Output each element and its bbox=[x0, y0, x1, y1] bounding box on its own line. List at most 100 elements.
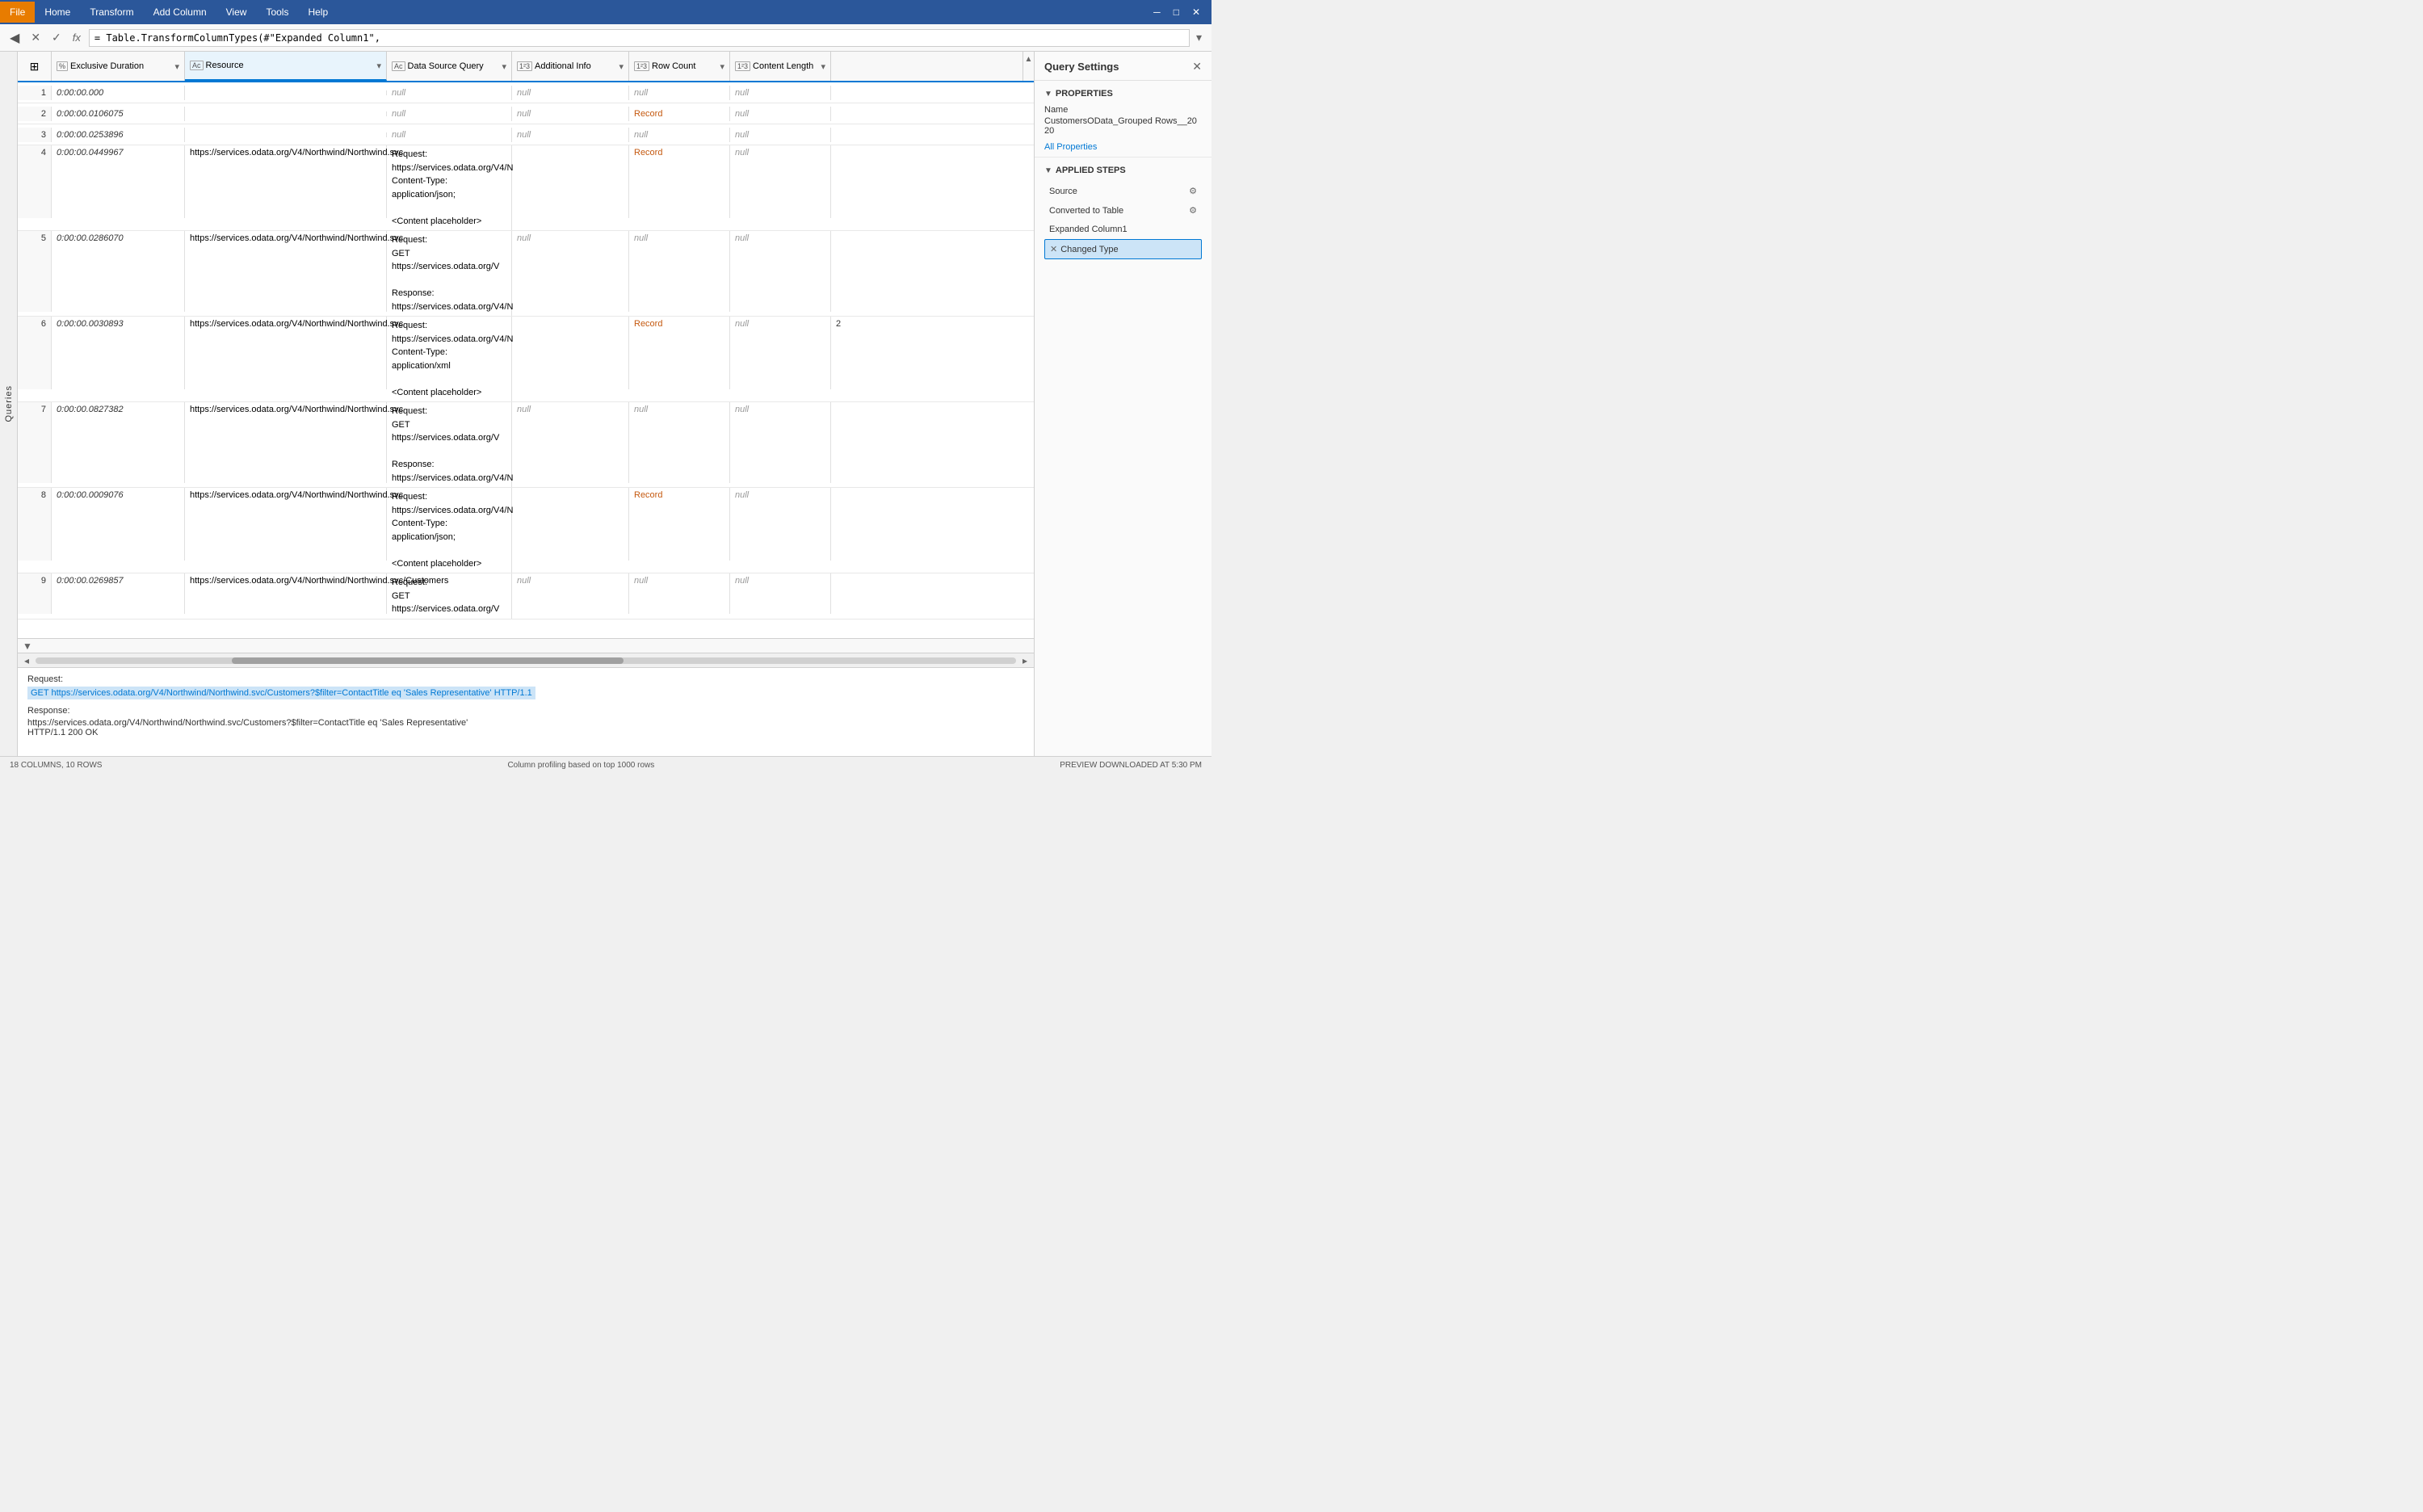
cell-rc: null bbox=[629, 128, 730, 142]
preview-request-url[interactable]: GET https://services.odata.org/V4/Northw… bbox=[27, 687, 535, 699]
h-scroll-right-btn[interactable]: ▸ bbox=[1019, 655, 1031, 666]
menu-tools[interactable]: Tools bbox=[256, 2, 298, 23]
col-filter-excl[interactable]: ▾ bbox=[174, 61, 179, 72]
col-header-ai: 1²3 Additional Info ▾ bbox=[512, 52, 629, 81]
col-filter-resource[interactable]: ▾ bbox=[376, 61, 381, 71]
h-scroll-track[interactable] bbox=[36, 657, 1016, 664]
col-filter-dsq[interactable]: ▾ bbox=[502, 61, 506, 72]
scroll-up-indicator[interactable]: ▲ bbox=[1023, 52, 1034, 81]
applied-steps-label: APPLIED STEPS bbox=[1056, 166, 1126, 175]
col-header-cl: 1²3 Content Length ▾ bbox=[730, 52, 831, 81]
col-icon-rc: 1²3 bbox=[634, 61, 649, 71]
applied-steps-collapse-icon[interactable]: ▼ bbox=[1044, 166, 1052, 175]
h-scrollbar[interactable]: ◂ ▸ bbox=[18, 653, 1034, 667]
nav-back-btn[interactable]: ✕ bbox=[26, 29, 45, 46]
status-preview-time: PREVIEW DOWNLOADED AT 5:30 PM bbox=[1060, 761, 1202, 770]
cell-rownum: 9 bbox=[18, 573, 52, 614]
query-settings-title: Query Settings bbox=[1044, 61, 1119, 73]
close-btn[interactable]: ✕ bbox=[1187, 6, 1205, 18]
col-filter-cl[interactable]: ▾ bbox=[821, 61, 825, 72]
cell-rc[interactable]: Record bbox=[629, 488, 730, 561]
menu-help[interactable]: Help bbox=[298, 2, 338, 23]
cell-cl: null bbox=[730, 86, 831, 100]
cell-rownum: 3 bbox=[18, 128, 52, 142]
properties-collapse-icon[interactable]: ▼ bbox=[1044, 90, 1052, 99]
grid-body: 1 0:00:00.000 null null null null 2 0:00… bbox=[18, 82, 1034, 638]
step-item-source[interactable]: Source ⚙ bbox=[1044, 182, 1202, 200]
col-label-dsq: Data Source Query bbox=[408, 61, 484, 71]
formula-input[interactable] bbox=[89, 29, 1190, 47]
cell-resource: https://services.odata.org/V4/Northwind/… bbox=[185, 317, 387, 389]
cell-rc: null bbox=[629, 402, 730, 483]
step-name-expanded: Expanded Column1 bbox=[1049, 225, 1197, 234]
nav-forward-btn[interactable]: ✓ bbox=[47, 29, 66, 46]
h-scroll-left-btn[interactable]: ◂ bbox=[21, 655, 32, 666]
cell-ai: null bbox=[512, 86, 629, 100]
menu-transform[interactable]: Transform bbox=[80, 2, 143, 23]
name-label: Name bbox=[1044, 105, 1202, 115]
step-item-converted[interactable]: Converted to Table ⚙ bbox=[1044, 201, 1202, 220]
col-header-excl-dur: % Exclusive Duration ▾ bbox=[52, 52, 185, 81]
cell-ai bbox=[512, 317, 629, 389]
cell-cl: null bbox=[730, 128, 831, 142]
menu-home[interactable]: Home bbox=[35, 2, 80, 23]
cell-extra: 2 bbox=[831, 317, 846, 331]
maximize-btn[interactable]: □ bbox=[1169, 6, 1184, 18]
cell-resource: https://services.odata.org/V4/Northwind/… bbox=[185, 488, 387, 561]
properties-title: ▼ PROPERTIES bbox=[1044, 89, 1202, 99]
cell-rownum: 8 bbox=[18, 488, 52, 561]
cell-rc[interactable]: Record bbox=[629, 317, 730, 389]
cell-excl: 0:00:00.0106075 bbox=[52, 107, 185, 121]
cell-excl: 0:00:00.0030893 bbox=[52, 317, 185, 389]
cell-dsq: Request: GET https://services.odata.org/… bbox=[387, 402, 512, 487]
table-row: 8 0:00:00.0009076 https://services.odata… bbox=[18, 488, 1034, 573]
step-name-converted: Converted to Table bbox=[1049, 206, 1189, 216]
step-item-expanded[interactable]: Expanded Column1 bbox=[1044, 220, 1202, 238]
close-panel-icon[interactable]: ✕ bbox=[1192, 60, 1202, 74]
cell-rownum: 2 bbox=[18, 107, 52, 121]
row-selector-icon[interactable]: ⊞ bbox=[30, 60, 40, 74]
cell-rc[interactable]: Record bbox=[629, 145, 730, 218]
step-gear-source[interactable]: ⚙ bbox=[1189, 186, 1197, 196]
scroll-down-btn[interactable]: ▼ bbox=[18, 640, 37, 652]
grid-area: ⊞ % Exclusive Duration ▾ Ac Resource ▾ bbox=[18, 52, 1034, 756]
col-label-excl: Exclusive Duration bbox=[70, 61, 144, 71]
col-filter-ai[interactable]: ▾ bbox=[619, 61, 624, 72]
menu-view[interactable]: View bbox=[216, 2, 257, 23]
cell-ai bbox=[512, 145, 629, 218]
cell-rc: null bbox=[629, 231, 730, 312]
col-header-rc: 1²3 Row Count ▾ bbox=[629, 52, 730, 81]
cell-excl: 0:00:00.0286070 bbox=[52, 231, 185, 312]
all-properties-link[interactable]: All Properties bbox=[1044, 142, 1097, 152]
collapse-panel-btn[interactable]: ◀ bbox=[3, 28, 26, 48]
formula-expand-btn[interactable]: ▾ bbox=[1190, 29, 1208, 46]
applied-steps-section: ▼ APPLIED STEPS Source ⚙ Converted to Ta… bbox=[1035, 158, 1212, 756]
window-controls: ─ □ ✕ bbox=[1149, 6, 1205, 18]
cell-cl: null bbox=[730, 402, 831, 483]
cell-rc[interactable]: Record bbox=[629, 107, 730, 121]
cell-dsq: Request: https://services.odata.org/V4/N… bbox=[387, 488, 512, 573]
cell-ai bbox=[512, 488, 629, 561]
h-scroll-thumb bbox=[232, 657, 624, 664]
cell-rownum: 7 bbox=[18, 402, 52, 483]
cell-ai: null bbox=[512, 231, 629, 312]
cell-rownum: 5 bbox=[18, 231, 52, 312]
col-filter-rc[interactable]: ▾ bbox=[720, 61, 724, 72]
minimize-btn[interactable]: ─ bbox=[1149, 6, 1165, 18]
table-row: 3 0:00:00.0253896 null null null null bbox=[18, 124, 1034, 145]
preview-panel: Request: GET https://services.odata.org/… bbox=[18, 667, 1034, 756]
applied-steps-title: ▼ APPLIED STEPS bbox=[1044, 166, 1202, 175]
menu-file[interactable]: File bbox=[0, 2, 35, 23]
status-columns-rows: 18 COLUMNS, 10 ROWS bbox=[10, 761, 102, 770]
step-gear-converted[interactable]: ⚙ bbox=[1189, 205, 1197, 216]
properties-label: PROPERTIES bbox=[1056, 89, 1113, 99]
cell-rownum: 6 bbox=[18, 317, 52, 389]
menu-add-column[interactable]: Add Column bbox=[144, 2, 216, 23]
formula-bar: ◀ ✕ ✓ fx ▾ bbox=[0, 24, 1212, 52]
col-label-rc: Row Count bbox=[652, 61, 695, 71]
nav-fx-btn[interactable]: fx bbox=[68, 29, 86, 46]
cell-cl: null bbox=[730, 317, 831, 389]
main-layout: Queries ⊞ % Exclusive Duration ▾ Ac Reso bbox=[0, 52, 1212, 756]
step-delete-icon[interactable]: ✕ bbox=[1050, 244, 1057, 254]
step-item-changed-type[interactable]: ✕ Changed Type bbox=[1044, 239, 1202, 259]
